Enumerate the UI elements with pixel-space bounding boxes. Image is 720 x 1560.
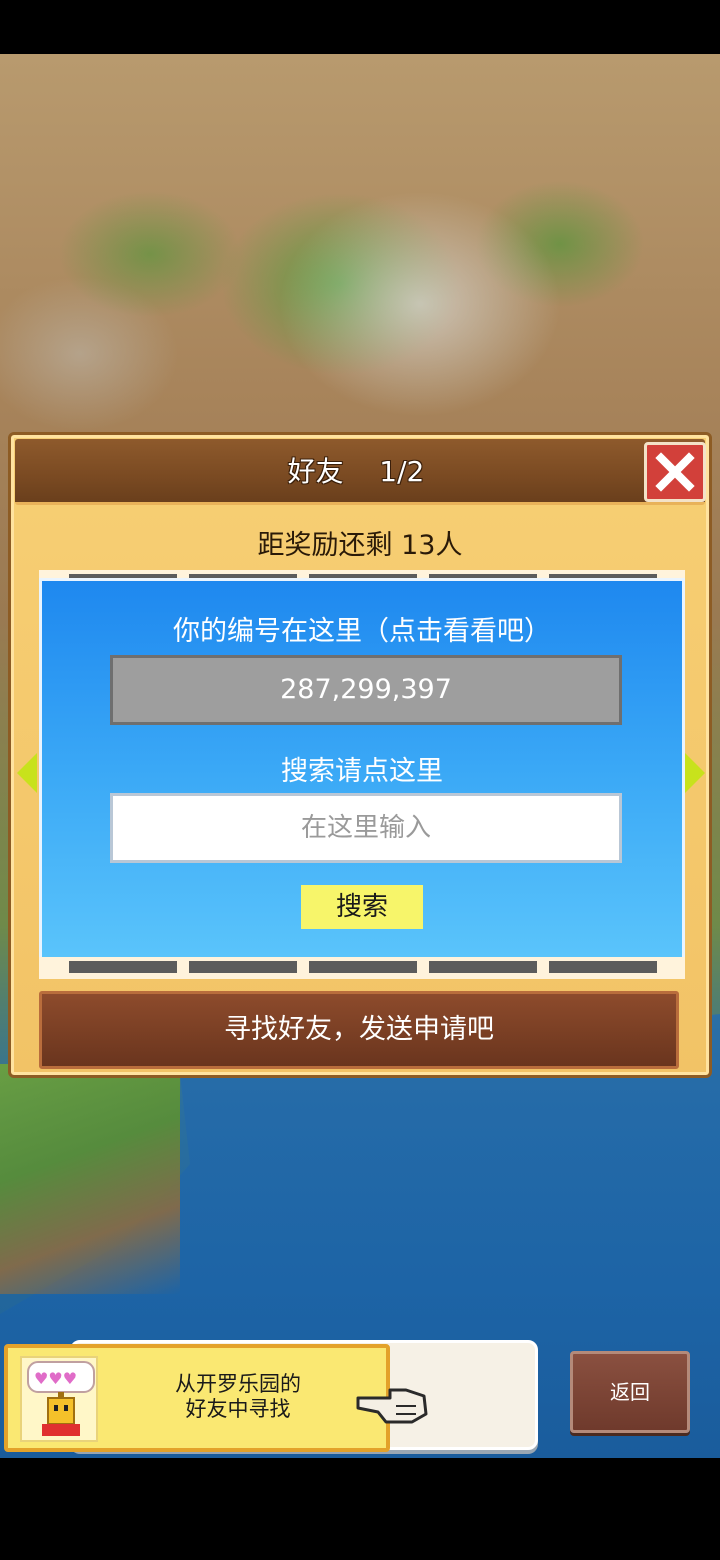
search-label: 搜索请点这里 — [281, 756, 443, 787]
kairobot-icon: ♥♥♥ — [20, 1356, 98, 1442]
player-id-label: 你的编号在这里（点击看看吧） — [173, 616, 551, 647]
arrow-left-icon[interactable] — [17, 753, 37, 793]
reward-remaining-text: 距奖励还剩 13人 — [257, 530, 463, 561]
close-button[interactable] — [644, 442, 706, 502]
pointing-hand-icon — [356, 1388, 428, 1424]
svg-text:♥♥♥: ♥♥♥ — [34, 1369, 77, 1388]
search-button[interactable]: 搜索 — [301, 885, 423, 929]
arrow-right-icon[interactable] — [685, 753, 705, 793]
dialog-title: 好友 1/2 — [287, 455, 425, 488]
close-icon — [655, 452, 695, 492]
grass-area — [0, 1064, 180, 1294]
friend-slot — [549, 961, 657, 973]
friend-slot — [189, 961, 297, 973]
friends-dialog: 好友 1/2 距奖励还剩 13人 你的编号在这里（点击看看吧） 287,299,… — [8, 432, 712, 1078]
find-friends-button[interactable]: 寻找好友，发送申请吧 — [39, 991, 679, 1069]
friend-search-panel: 你的编号在这里（点击看看吧） 287,299,397 搜索请点这里 搜索 — [39, 578, 685, 960]
search-input[interactable] — [110, 793, 622, 863]
friend-slot — [429, 961, 537, 973]
kairo-park-text: 从开罗乐园的 好友中寻找 — [118, 1372, 358, 1422]
panel-frame-bottom — [39, 957, 685, 979]
friend-slot — [69, 961, 177, 973]
back-button[interactable]: 返回 — [570, 1351, 690, 1433]
kairo-text-line-1: 从开罗乐园的 — [175, 1372, 301, 1396]
player-id-box[interactable]: 287,299,397 — [110, 655, 622, 725]
friend-slot — [309, 961, 417, 973]
kairo-text-line-2: 好友中寻找 — [185, 1397, 291, 1421]
kairo-park-friends-banner[interactable]: ♥♥♥ 从开罗乐园的 好友中寻找 — [4, 1344, 390, 1452]
